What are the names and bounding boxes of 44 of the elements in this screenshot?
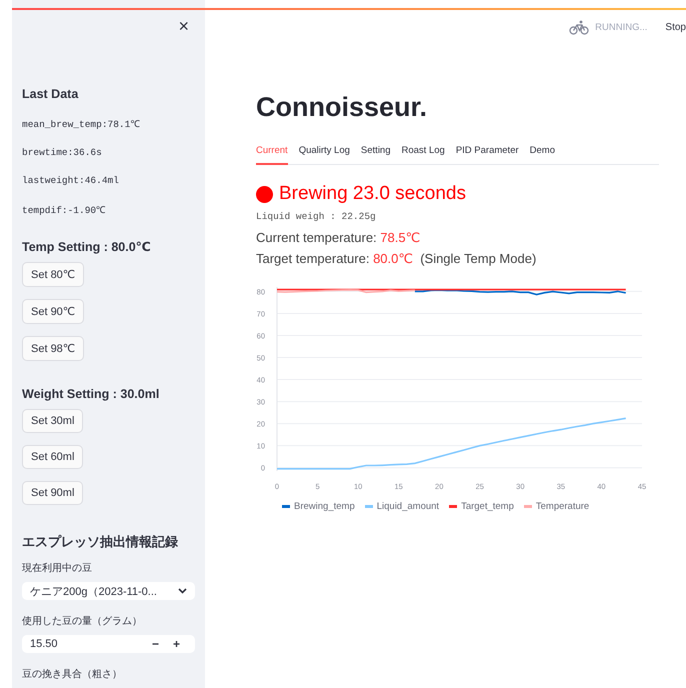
tab[interactable]: Setting (360, 145, 390, 165)
legend-label: Target_temp (461, 501, 514, 512)
set-temp-button[interactable]: Set 98℃ (22, 336, 84, 361)
section-heading: Weight Setting : 30.0ml (22, 387, 160, 401)
legend-swatch (364, 505, 373, 508)
legend-swatch (524, 505, 532, 508)
section-heading: エスプレッソ抽出情報記録 (22, 533, 178, 551)
section-heading: Last Data (22, 87, 78, 101)
app-title: Connoisseur. (256, 92, 428, 123)
set-weight-button[interactable]: Set 60ml (22, 445, 84, 469)
data-line: mean_brew_temp:78.1℃ (22, 118, 140, 130)
legend-label: Temperature (536, 501, 590, 512)
set-weight-button[interactable]: Set 30ml (22, 409, 84, 433)
target-temperature: Target temperature: 80.0℃ (Single Temp Mode) (256, 251, 536, 267)
data-line: tempdif:-1.90℃ (22, 204, 106, 216)
legend-label: Brewing_temp (294, 501, 355, 512)
tab[interactable]: Roast Log (402, 145, 445, 165)
set-temp-button[interactable]: Set 80℃ (22, 262, 84, 287)
number-input[interactable]: 15.50 (30, 638, 145, 650)
field-label: 使用した豆の量（グラム） (22, 615, 142, 628)
increment-button[interactable]: + (166, 637, 187, 651)
liquid-weight: Liquid weigh : 22.25g (256, 211, 376, 222)
running-status: RUNNING... (595, 22, 648, 32)
data-line: lastweight:46.4ml (22, 175, 119, 186)
data-line: brewtime:36.6s (22, 147, 102, 158)
close-button[interactable]: × (172, 10, 195, 43)
stop-button[interactable]: Stop (665, 22, 686, 32)
set-temp-button[interactable]: Set 90℃ (22, 299, 84, 324)
bicycle-icon (569, 20, 590, 34)
bean-select[interactable]: ケニア200g（2023-11-0... (22, 582, 195, 600)
chevron-down-icon (178, 588, 187, 594)
brewing-status: Brewing 23.0 seconds (279, 183, 466, 205)
decrement-button[interactable]: − (144, 637, 166, 651)
field-label: 豆の挽き具合（粗さ） (22, 668, 122, 681)
legend-label: Liquid_amount (376, 501, 440, 512)
set-weight-button[interactable]: Set 90ml (22, 481, 84, 505)
tab[interactable]: Demo (530, 145, 555, 165)
tab[interactable]: PID Parameter (456, 145, 519, 165)
current-temperature: Current temperature: 78.5℃ (256, 230, 420, 246)
field-label: 現在利用中の豆 (22, 562, 92, 575)
section-heading: Temp Setting : 80.0℃ (22, 239, 151, 254)
tab[interactable]: Qualirty Log (298, 145, 350, 165)
legend-swatch (282, 505, 290, 508)
legend-swatch (449, 505, 458, 508)
